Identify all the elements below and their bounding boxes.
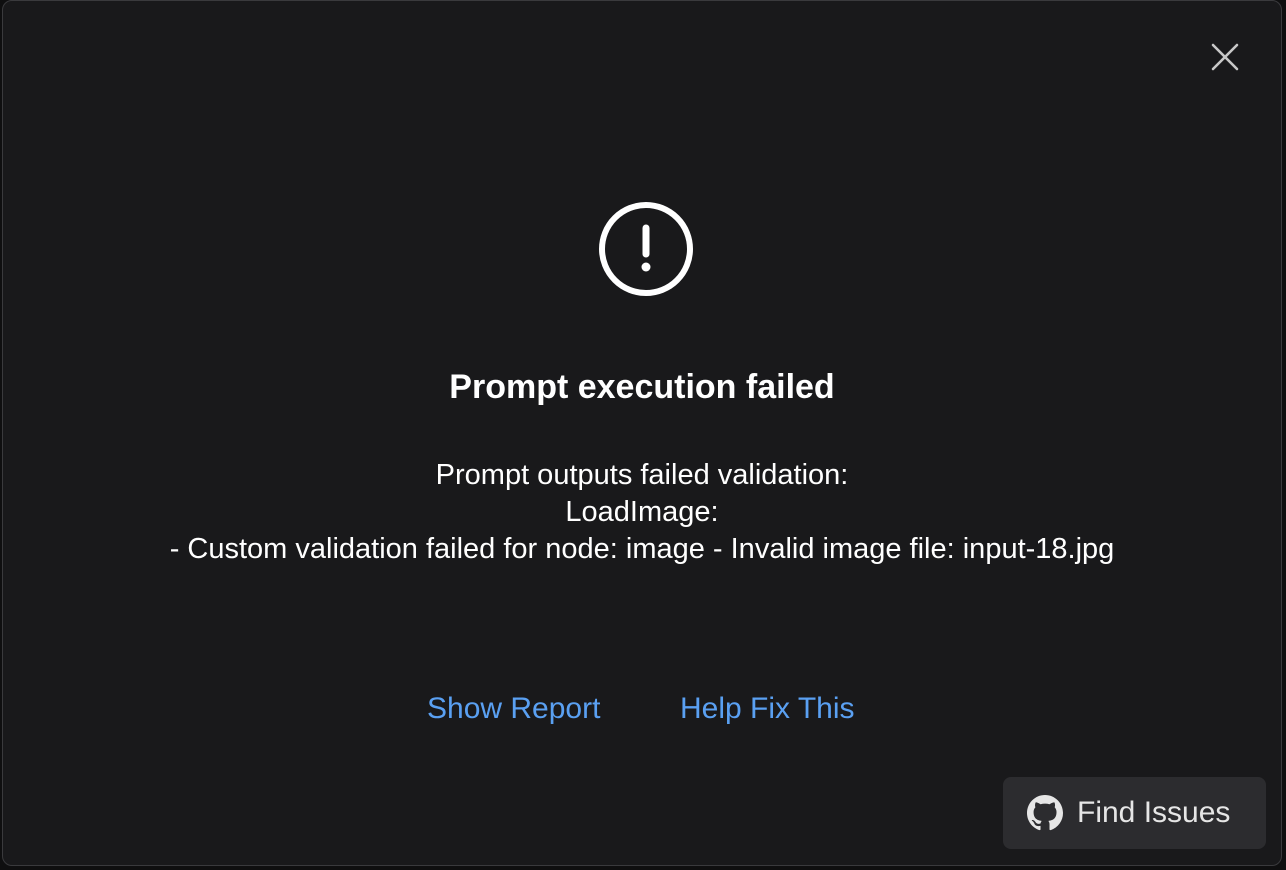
error-message-line: Prompt outputs failed validation: (435, 459, 849, 491)
find-issues-label: Find Issues (1077, 796, 1231, 829)
help-fix-link[interactable]: Help Fix This (680, 689, 855, 729)
close-icon[interactable] (1209, 41, 1241, 73)
find-issues-button[interactable]: Find Issues (1003, 777, 1266, 849)
error-message-line: - Custom validation failed for node: ima… (169, 533, 1115, 565)
github-icon (1027, 795, 1063, 831)
dialog-title: Prompt execution failed (449, 368, 835, 406)
exclamation-circle-icon (599, 202, 693, 296)
show-report-link[interactable]: Show Report (427, 689, 600, 729)
close-button[interactable] (1209, 41, 1241, 73)
error-message: Prompt outputs failed validation: LoadIm… (3, 457, 1281, 568)
error-dialog: Prompt execution failed Prompt outputs f… (2, 0, 1282, 866)
error-message-line: LoadImage: (565, 496, 719, 528)
